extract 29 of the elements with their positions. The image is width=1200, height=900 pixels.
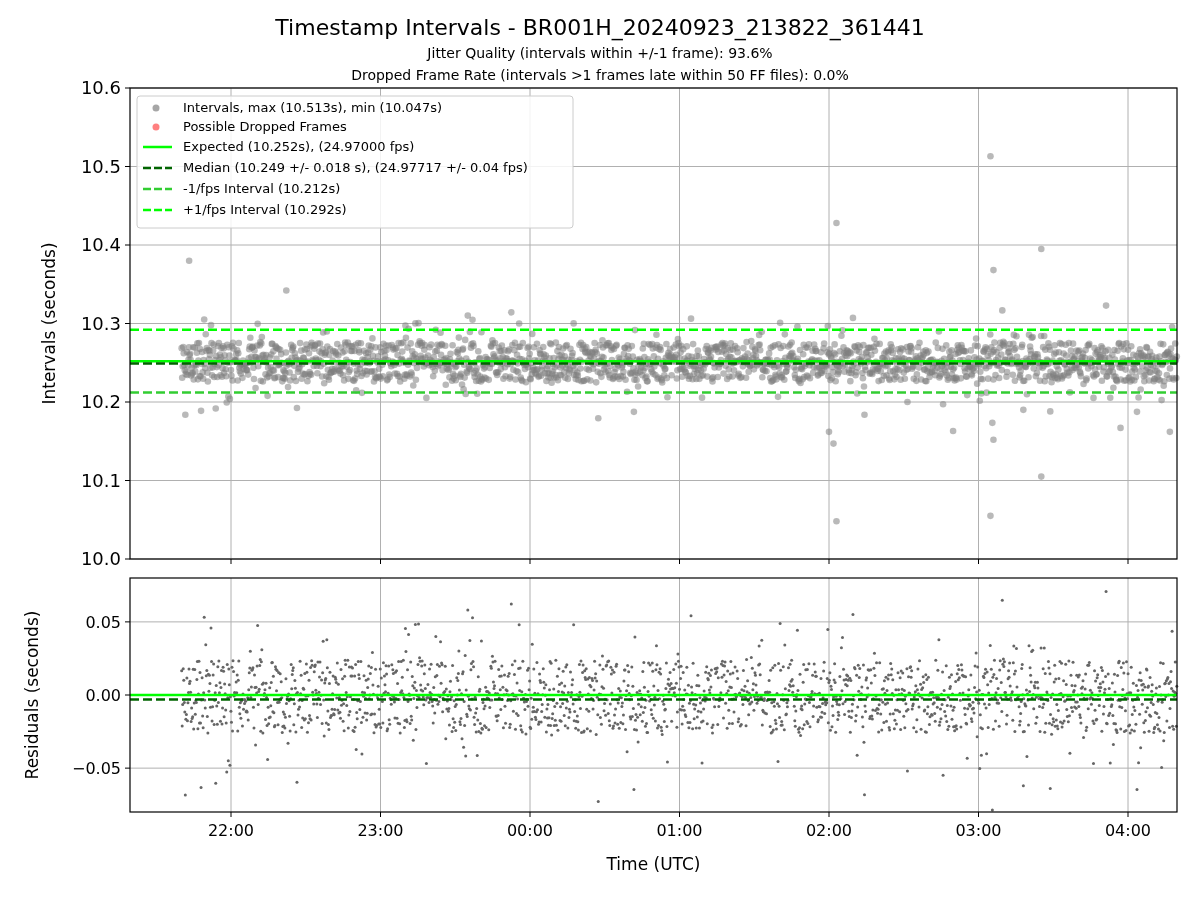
legend-label: Median (10.249 +/- 0.018 s), (24.97717 +/- 0.04 fps) [183, 160, 528, 175]
tick-label: 10.0 [80, 548, 121, 570]
legend-label: Expected (10.252s), (24.97000 fps) [183, 139, 415, 154]
chart-subtitle: Jitter Quality (intervals within +/-1 frame): 93.6% [427, 44, 773, 63]
axis-label: Time (UTC) [606, 854, 701, 874]
tick-label: 10.5 [80, 156, 121, 177]
tick-label: 10.6 [80, 77, 121, 99]
tick-label: 02:00 [805, 821, 853, 840]
tick-label: 10.3 [80, 313, 121, 334]
axis-label: Intervals (seconds) [39, 242, 59, 405]
chart-subtitle: Dropped Frame Rate (intervals >1 frames late within 50 FF files): 0.0% [351, 66, 849, 85]
tick-label: 04:00 [1104, 821, 1152, 840]
tick-label: 10.1 [80, 470, 121, 491]
tick-label: 0.05 [85, 612, 121, 632]
legend-label: -1/fps Interval (10.212s) [183, 181, 341, 196]
tick-label: 00:00 [506, 821, 554, 840]
tick-label: 23:00 [357, 821, 404, 840]
legend-label: Possible Dropped Frames [183, 119, 347, 134]
tick-label: 10.4 [80, 234, 121, 256]
legend-label: +1/fps Interval (10.292s) [183, 202, 347, 217]
tick-label: −0.05 [71, 758, 121, 778]
legend-label: Intervals, max (10.513s), min (10.047s) [183, 100, 442, 115]
tick-label: 10.2 [80, 391, 121, 413]
axis-label: Residuals (seconds) [22, 610, 42, 780]
tick-label: 22:00 [207, 821, 255, 840]
chart-title: Timestamp Intervals - BR001H_20240923_213822_361441 [275, 14, 925, 42]
tick-label: 03:00 [955, 821, 1002, 840]
tick-label: 01:00 [656, 821, 703, 840]
tick-label: 0.00 [85, 685, 121, 705]
